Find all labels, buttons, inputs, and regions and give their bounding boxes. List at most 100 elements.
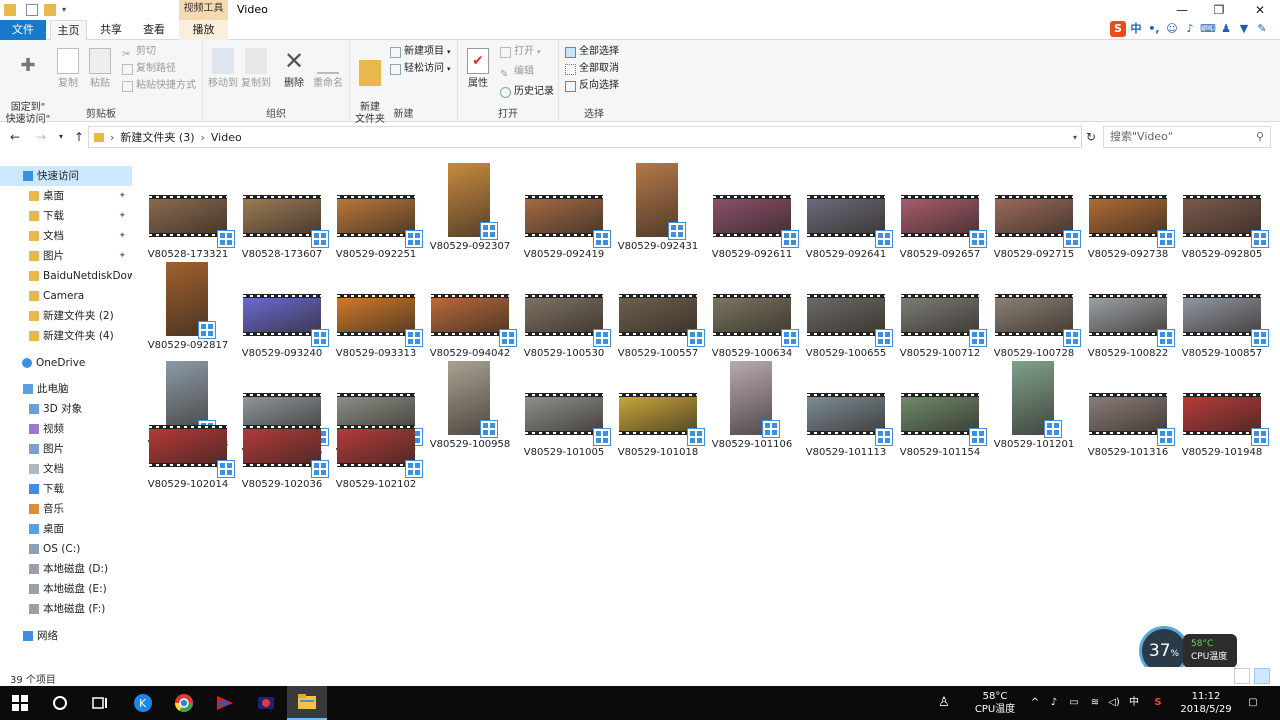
qat-dropdown-icon[interactable]: ▾: [62, 4, 74, 16]
nav-network[interactable]: 网络: [0, 626, 132, 646]
ime-keyboard-icon[interactable]: ⌨: [1200, 21, 1216, 37]
back-arrow-icon[interactable]: ←: [6, 128, 24, 146]
video-file-item[interactable]: V80529-101005: [518, 353, 611, 458]
tab-play[interactable]: 播放: [179, 20, 228, 40]
nav-this-pc[interactable]: 此电脑: [0, 379, 132, 399]
refresh-icon[interactable]: ↻: [1082, 128, 1100, 146]
nav-onedrive[interactable]: OneDrive: [0, 353, 132, 373]
properties-button[interactable]: ✔ 属性: [464, 48, 492, 90]
video-file-item[interactable]: V80529-100857: [1176, 254, 1269, 359]
video-file-item[interactable]: V80529-100712: [894, 254, 987, 359]
video-file-item[interactable]: V80529-093240: [236, 254, 329, 359]
recent-dropdown-icon[interactable]: ▾: [52, 128, 70, 146]
taskbar-app-k[interactable]: K: [123, 686, 163, 720]
ime-emoji-icon[interactable]: ☺: [1164, 21, 1180, 37]
action-center-icon[interactable]: ▢: [1243, 686, 1263, 720]
video-file-item[interactable]: V80529-101201: [988, 353, 1080, 450]
breadcrumb-folder3[interactable]: 新建文件夹 (3): [120, 129, 194, 145]
nav-pc-item[interactable]: 下载: [0, 479, 132, 499]
notification-bell-icon[interactable]: ♪: [1046, 686, 1062, 720]
video-file-item[interactable]: V80529-092738: [1082, 155, 1175, 260]
nav-pc-item[interactable]: 3D 对象: [0, 399, 132, 419]
nav-pc-item[interactable]: 桌面: [0, 519, 132, 539]
video-file-item[interactable]: V80529-101018: [612, 353, 705, 458]
video-file-item[interactable]: V80529-101113: [800, 353, 893, 458]
address-field[interactable]: › 新建文件夹 (3) › Video ▾: [88, 126, 1082, 148]
video-file-item[interactable]: V80529-092251: [330, 155, 423, 260]
ime-punct-icon[interactable]: •,: [1146, 21, 1162, 37]
forward-arrow-icon[interactable]: →: [32, 128, 50, 146]
delete-button[interactable]: ✕ 删除: [279, 48, 309, 90]
history-button[interactable]: 历史记录: [500, 84, 554, 100]
volume-icon[interactable]: ◁): [1106, 686, 1122, 720]
video-file-item[interactable]: V80529-100958: [424, 353, 516, 450]
ime-chinese-icon[interactable]: 中: [1128, 21, 1144, 37]
nav-quick-item[interactable]: 下载 ✦: [0, 206, 132, 226]
taskbar-app-red[interactable]: [205, 686, 245, 720]
copy-button[interactable]: 复制: [56, 48, 80, 90]
nav-pc-item[interactable]: 音乐: [0, 499, 132, 519]
video-file-item[interactable]: V80529-100634: [706, 254, 799, 359]
maximize-button[interactable]: ❐: [1199, 0, 1239, 20]
video-file-item[interactable]: V80529-101154: [894, 353, 987, 458]
new-folder-qat-icon[interactable]: [44, 4, 56, 16]
edit-button[interactable]: ✎ 编辑: [500, 64, 534, 80]
video-file-item[interactable]: V80529-102014: [142, 418, 235, 512]
video-file-item[interactable]: V80529-102036: [236, 418, 329, 512]
ime-voice-icon[interactable]: ♪: [1182, 21, 1198, 37]
nav-quick-item[interactable]: 图片 ✦: [0, 246, 132, 266]
sogou-icon[interactable]: S: [1110, 21, 1126, 37]
tab-home[interactable]: 主页: [50, 20, 87, 41]
ime-indicator[interactable]: 中: [1126, 686, 1142, 720]
details-view-icon[interactable]: [1234, 668, 1250, 684]
video-file-item[interactable]: V80529-101316: [1082, 353, 1175, 458]
properties-qat-icon[interactable]: [26, 4, 38, 16]
video-file-item[interactable]: V80529-092431: [612, 155, 704, 252]
video-file-item[interactable]: V80529-100655: [800, 254, 893, 359]
easy-access-button[interactable]: 轻松访问 ▾: [390, 61, 451, 77]
video-file-item[interactable]: V80529-092419: [518, 155, 611, 260]
nav-pc-item[interactable]: 本地磁盘 (D:): [0, 559, 132, 579]
nav-pc-item[interactable]: 视频: [0, 419, 132, 439]
nav-quick-item[interactable]: 桌面 ✦: [0, 186, 132, 206]
cortana-button[interactable]: [40, 686, 80, 720]
paste-button[interactable]: 粘贴: [88, 48, 112, 90]
show-hidden-icons-icon[interactable]: ^: [1027, 686, 1043, 720]
cut-button[interactable]: ✂ 剪切: [122, 44, 156, 60]
nav-pc-item[interactable]: 文档: [0, 459, 132, 479]
address-dropdown-icon[interactable]: ▾: [1073, 133, 1077, 142]
ime-shirt-icon[interactable]: ▼: [1236, 21, 1252, 37]
nav-pc-item[interactable]: 图片: [0, 439, 132, 459]
nav-quick-item[interactable]: Camera: [0, 286, 132, 306]
video-file-item[interactable]: V80529-093313: [330, 254, 423, 359]
video-file-item[interactable]: V80529-092611: [706, 155, 799, 260]
video-file-item[interactable]: V80529-094042: [424, 254, 517, 359]
video-file-item[interactable]: V80528-173607: [236, 155, 329, 260]
select-all-button[interactable]: 全部选择: [565, 44, 619, 60]
large-icons-view-icon[interactable]: [1254, 668, 1270, 684]
nav-quick-access[interactable]: 快速访问: [0, 166, 132, 186]
video-file-item[interactable]: V80529-102102: [330, 418, 423, 512]
invert-selection-button[interactable]: 反向选择: [565, 78, 619, 94]
nav-quick-item[interactable]: 新建文件夹 (2): [0, 306, 132, 326]
copy-to-button[interactable]: 复制到: [240, 48, 272, 90]
nav-quick-item[interactable]: 文档 ✦: [0, 226, 132, 246]
wifi-icon[interactable]: ≋: [1087, 686, 1103, 720]
search-input[interactable]: 搜索"Video" ⚲: [1103, 126, 1271, 148]
copy-path-button[interactable]: 复制路径: [122, 61, 176, 77]
video-file-item[interactable]: V80529-092657: [894, 155, 987, 260]
nav-pc-item[interactable]: 本地磁盘 (F:): [0, 599, 132, 619]
new-item-button[interactable]: 新建项目 ▾: [390, 44, 451, 60]
tray-cpu-temp[interactable]: 58°C CPU温度: [970, 686, 1020, 720]
breadcrumb-video[interactable]: Video: [211, 131, 242, 144]
video-file-item[interactable]: V80529-100822: [1082, 254, 1175, 359]
video-file-item[interactable]: V80529-092805: [1176, 155, 1269, 260]
tab-file[interactable]: 文件: [0, 20, 46, 40]
taskbar-chrome[interactable]: [164, 686, 204, 720]
video-file-item[interactable]: V80529-092817: [142, 254, 234, 351]
video-file-item[interactable]: V80529-092307: [424, 155, 516, 252]
nav-quick-item[interactable]: BaiduNetdiskDow: [0, 266, 132, 286]
video-file-item[interactable]: V80529-100530: [518, 254, 611, 359]
paste-shortcut-button[interactable]: 粘贴快捷方式: [122, 78, 196, 94]
ime-tools-icon[interactable]: ✎: [1254, 21, 1270, 37]
